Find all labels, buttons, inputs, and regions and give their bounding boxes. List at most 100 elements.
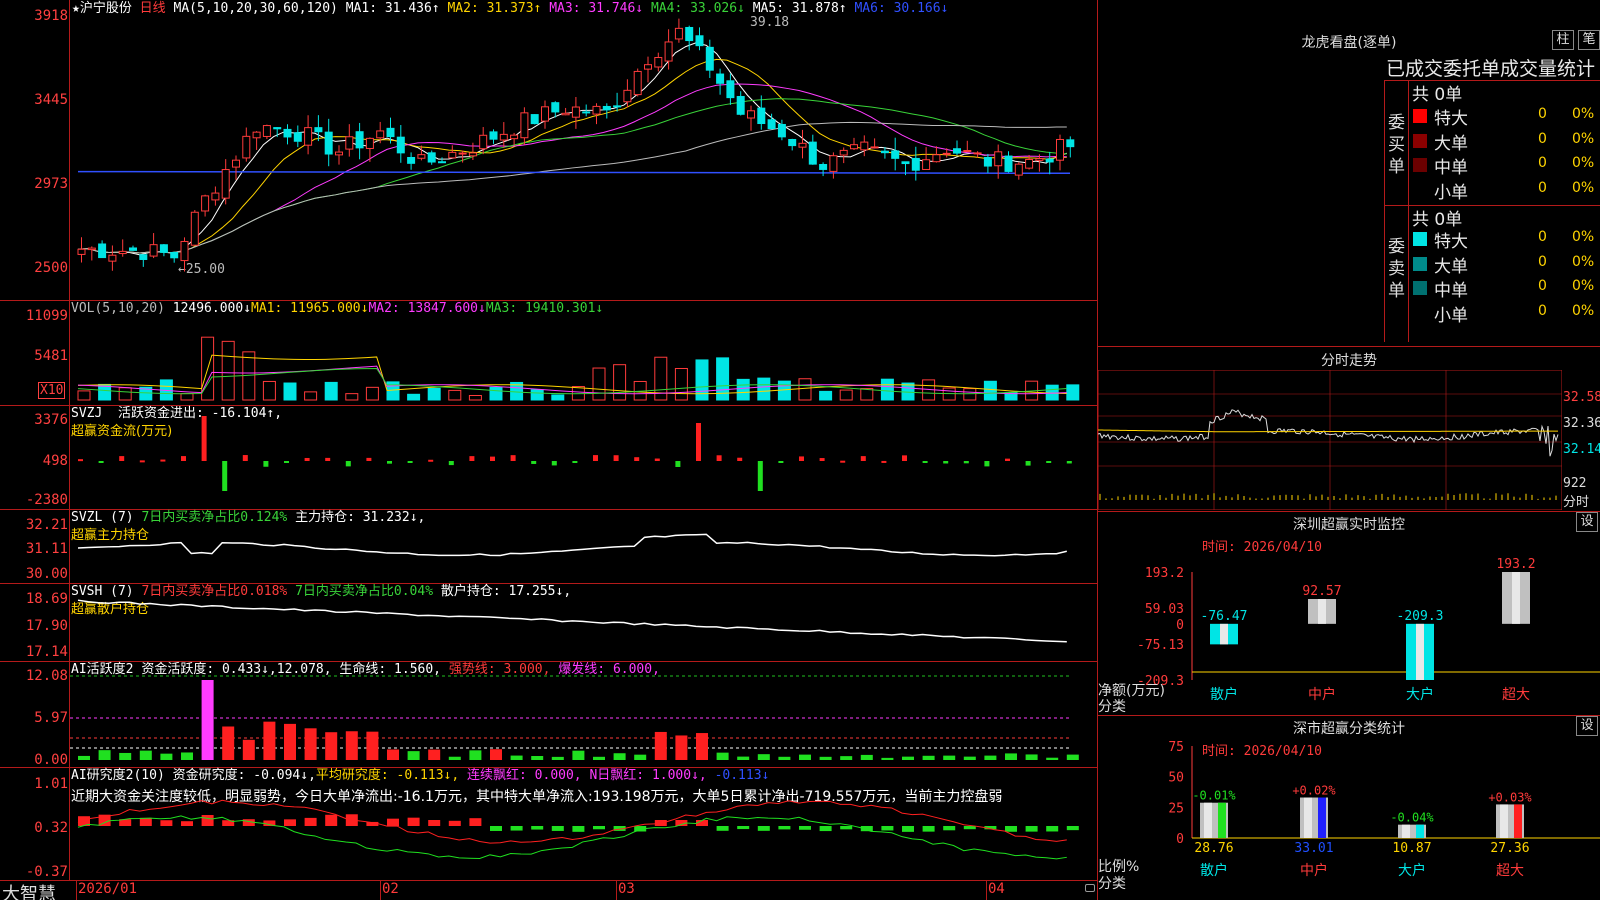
intraday-unit-label: 分时 [1563, 495, 1590, 510]
ai2-bar [840, 826, 853, 830]
classify-axis-label: 75 [1168, 740, 1184, 755]
svsh-line [77, 599, 1067, 643]
svzj-bar [860, 456, 866, 461]
ai2-bar [757, 826, 770, 831]
ai1-bar [78, 755, 90, 760]
svzj-bar [1025, 461, 1031, 466]
monitor-settings-button[interactable]: 设 [1576, 512, 1598, 532]
ai2-bar [799, 826, 811, 830]
sell-row-percent: 0% [1572, 302, 1595, 319]
ai2-bar [1066, 826, 1079, 831]
ai2-bar [1046, 826, 1059, 832]
candle-body [561, 112, 570, 116]
ai2-bar [284, 819, 296, 826]
intraday-vol-label: 922 [1563, 476, 1587, 491]
candle-body [891, 150, 900, 159]
svsh-axis-label: 17.90 [25, 618, 68, 634]
candle-body [118, 250, 127, 255]
candle-body [953, 148, 961, 154]
classify-settings-button[interactable]: 设 [1576, 716, 1598, 736]
bar-mode-button[interactable]: 柱 [1552, 30, 1574, 50]
candle-body [87, 247, 96, 251]
ai1-bar [902, 756, 914, 760]
candle-body [829, 155, 838, 172]
vol-bar [880, 378, 894, 401]
svzj-bar [222, 461, 228, 491]
vol-bar [983, 380, 997, 401]
candle-body [747, 110, 755, 119]
ai1-bar [119, 752, 132, 760]
buy-row-label: 小单 [1434, 182, 1468, 203]
ai1-bar [469, 750, 482, 760]
ma5-line [77, 42, 1067, 256]
ai1-bar [593, 756, 605, 760]
classify-chart: 75 50 25 0 -0.01% 28.76 散户 +0.02% 33.01 中户 -0.04% 1… [1168, 740, 1600, 879]
tick-mode-button[interactable]: 笔 [1578, 30, 1600, 50]
ai2-bar [551, 826, 564, 831]
svzj-bar [119, 456, 125, 461]
date-label: 02 [382, 881, 399, 897]
svzj-bar [778, 461, 784, 463]
classify-change-label: -0.04% [1390, 811, 1434, 825]
candle-body [530, 114, 539, 125]
kline-chart-svg[interactable] [70, 0, 1098, 880]
classify-value-label: 27.36 [1490, 841, 1529, 856]
buy-row-percent: 0% [1572, 155, 1595, 171]
svzj-bar [634, 457, 640, 461]
vol-bar [736, 378, 750, 401]
monitor-value-label: -209.3 [1397, 609, 1444, 624]
ai2-bar [181, 821, 193, 826]
monitor-bar-highlight [1318, 599, 1326, 624]
intraday-chart[interactable] [1098, 370, 1562, 510]
candle-body [613, 105, 622, 108]
svzj-bar [799, 456, 804, 461]
price-axis-label: 2500 [34, 260, 68, 276]
candle-body [674, 27, 683, 40]
candle-body [850, 144, 858, 150]
ai1-bar [490, 749, 502, 760]
candle-body [911, 157, 920, 171]
ai2-bar [325, 814, 338, 826]
ai2-bar [304, 817, 317, 826]
svzj-bar [201, 416, 207, 461]
svzj-bar [1046, 461, 1052, 463]
candle-body [788, 138, 797, 147]
candle-body [273, 127, 282, 130]
ai1-bar [284, 723, 296, 760]
buy-row-percent: 0% [1572, 179, 1595, 196]
monitor-value-label: -76.47 [1201, 609, 1248, 624]
vol-bar [365, 386, 379, 401]
classify-bar-accent [1218, 802, 1226, 838]
candle-body [190, 211, 199, 246]
ai2-bar [139, 817, 152, 826]
vol-bar [798, 378, 812, 401]
sell-color-swatch [1413, 232, 1427, 246]
candle-body [458, 152, 467, 155]
ai2-bar [469, 818, 482, 826]
vol-bar [489, 386, 503, 401]
svzj-bar [448, 461, 454, 466]
svsh-axis-label: 17.14 [25, 644, 68, 660]
ai1-bar [943, 755, 956, 760]
svzj-axis-label: 498 [42, 453, 68, 469]
lhb-subtitle: 已成交委托单成交量统计 [1386, 58, 1596, 80]
classify-bar-accent [1514, 804, 1522, 838]
vol-bar [530, 389, 544, 401]
classify-axis-label: 50 [1168, 771, 1184, 786]
svzl-axis-label: 31.11 [25, 541, 68, 557]
ai2-bar [201, 815, 214, 826]
svzl-line [77, 533, 1067, 557]
vol-bar [674, 367, 688, 401]
svzj-bar [490, 456, 495, 461]
candle-body [582, 111, 591, 114]
kline-area[interactable]: 3918 3445 2973 2500 11099 5481 X10 3376 … [0, 0, 1098, 900]
ai1-bar [201, 680, 214, 760]
date-tick [76, 880, 77, 900]
classify-category-label: 超大 [1496, 863, 1524, 879]
ai1-bar [675, 735, 688, 760]
ai1-bar [366, 731, 379, 760]
ai2-axis-label: 0.32 [34, 820, 68, 836]
ai1-bar [737, 756, 750, 760]
vol-bar [839, 389, 853, 401]
vol-bar [221, 340, 235, 401]
